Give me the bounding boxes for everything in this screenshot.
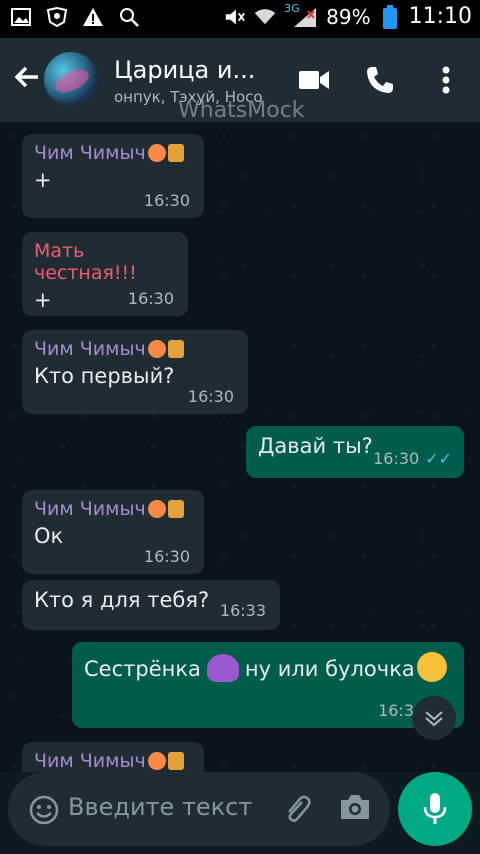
message-sender: Чим Чимыч (34, 142, 192, 164)
message-bubble[interactable]: Чим Чимыч Кто первый? 16:30 (22, 330, 248, 414)
message-bubble[interactable]: Кто я для тебя? 16:33 (22, 580, 280, 630)
message-time: 16:30 ✓✓ (373, 449, 452, 468)
camera-icon[interactable] (338, 792, 372, 826)
peach-icon (147, 500, 166, 518)
message-bubble-outgoing[interactable]: Сестрёнка ну или булочка 16:3 (72, 642, 464, 728)
peach-icon (147, 752, 166, 770)
more-options-icon[interactable] (428, 62, 464, 98)
message-text: Давай ты? (258, 434, 373, 458)
message-text: Сестрёнка ну или булочка (84, 652, 452, 682)
thinking-face-icon (416, 652, 447, 682)
microphone-icon (423, 793, 447, 824)
emoji-icon[interactable] (28, 794, 60, 826)
mute-icon (224, 6, 246, 28)
message-sender: Чим Чимыч (34, 750, 192, 772)
attach-icon[interactable] (280, 792, 314, 826)
status-bar: 3G 89% 11:10 (0, 0, 480, 38)
message-sender: Мать честная!!! (34, 240, 137, 284)
battery-icon (379, 4, 401, 29)
group-avatar[interactable] (44, 52, 98, 106)
peach-icon (147, 340, 166, 358)
battery-percent: 89% (326, 4, 371, 29)
beer-icon (167, 752, 184, 770)
watermark: WhatsMock (178, 98, 305, 123)
message-time: 16:30 (143, 547, 190, 566)
network-type-label: 3G (284, 1, 300, 15)
back-arrow-icon[interactable] (10, 60, 44, 94)
message-bubble[interactable]: Чим Чимыч Ок 16:30 (22, 490, 204, 574)
beer-icon (167, 500, 184, 518)
read-receipt-icon: ✓✓ (425, 449, 452, 468)
message-bubble-outgoing[interactable]: Давай ты? 16:30 ✓✓ (246, 426, 464, 478)
app-notification-icon (46, 6, 68, 28)
search-icon (118, 6, 140, 28)
peach-icon (147, 144, 166, 162)
message-sender: Чим Чимыч (34, 338, 236, 360)
clock: 11:10 (408, 4, 472, 29)
signal-icon: 3G (284, 2, 318, 28)
message-list[interactable]: Чим Чимыч + 16:30 Мать честная!!! + 16:3… (0, 122, 480, 772)
message-composer: Введите текст (8, 772, 390, 846)
gallery-icon (10, 6, 32, 28)
message-time: 16:30 (127, 289, 174, 308)
message-input[interactable]: Введите текст (68, 793, 252, 821)
warning-icon (82, 6, 104, 28)
wifi-icon (254, 6, 276, 28)
voice-record-button[interactable] (398, 772, 472, 846)
message-text: Кто первый? (34, 364, 175, 388)
message-time: 16:33 (219, 601, 266, 620)
message-bubble[interactable]: Чим Чимыч (22, 742, 204, 772)
message-sender: Чим Чимыч (34, 498, 192, 520)
message-time: 16:30 (143, 191, 190, 210)
voice-call-icon[interactable] (362, 62, 398, 98)
message-text: + (34, 168, 52, 192)
message-text: Ок (34, 524, 64, 548)
message-bubble[interactable]: Мать честная!!! + 16:30 (22, 232, 188, 316)
video-call-icon[interactable] (296, 62, 332, 98)
scroll-to-bottom-button[interactable] (412, 696, 456, 740)
chat-header: Царица и... онпук, Тэхуй, Носо WhatsMock (0, 38, 480, 123)
beer-icon (167, 340, 184, 358)
message-time: 16:30 (187, 387, 234, 406)
chevron-down-icon (425, 711, 443, 727)
message-text: Кто я для тебя? (34, 588, 210, 612)
chat-title[interactable]: Царица и... (114, 56, 255, 84)
beer-icon (167, 144, 184, 162)
message-bubble[interactable]: Чим Чимыч + 16:30 (22, 134, 204, 218)
message-time: 16:3 (378, 701, 414, 720)
purple-heart-icon (206, 654, 239, 682)
